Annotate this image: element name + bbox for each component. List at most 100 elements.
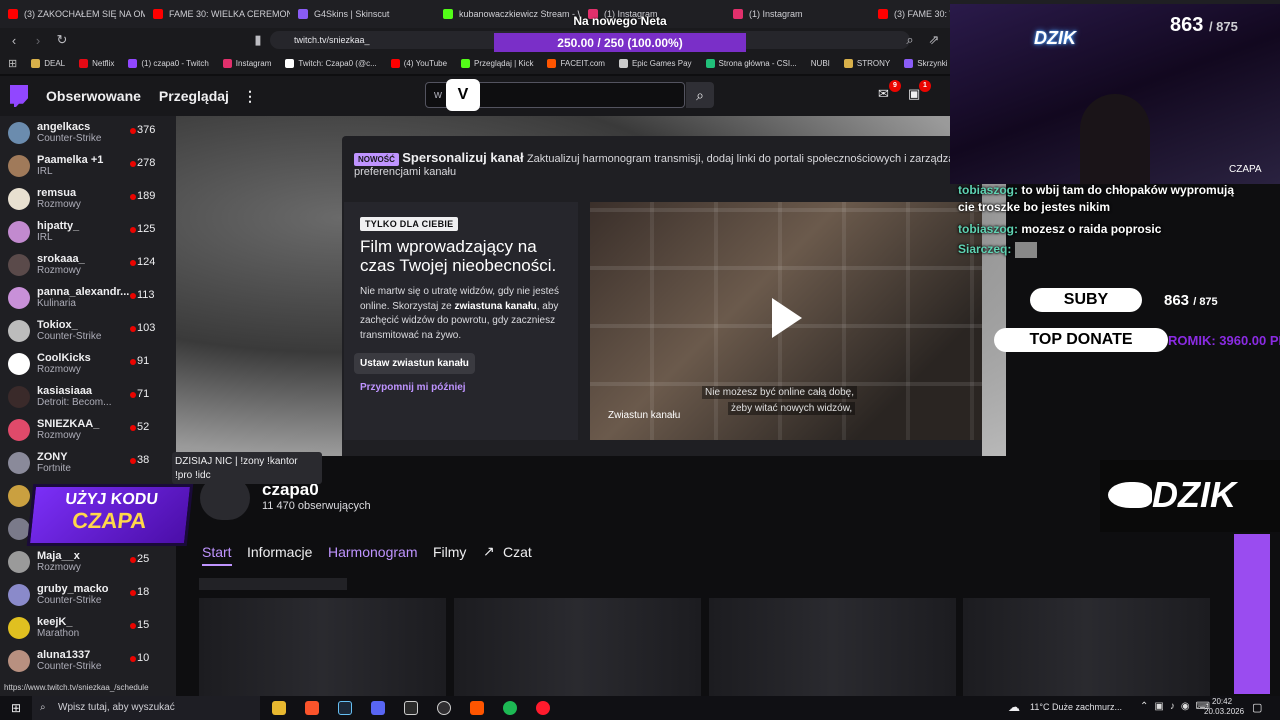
bookmark-item[interactable]: STRONY [843,58,890,68]
sidebar-channel-category: Rozmowy [37,430,81,441]
sidebar-channel[interactable]: SNIEZKAA_ Rozmowy 52 [0,413,176,446]
viewer-count: 278 [137,157,156,169]
bookmark-item[interactable]: Twitch: Czapa0 (@c... [285,58,377,68]
browser-tab[interactable]: (1) Instagram [725,0,870,28]
nav-following[interactable]: Obserwowane [46,88,141,104]
inbox-icon[interactable]: ▣ [908,86,920,102]
twitch-logo-icon[interactable] [10,85,28,107]
browser-tab[interactable]: (3) ZAKOCHAŁEM SIĘ NA OME [0,0,145,28]
zoom-icon[interactable]: ⌕ [900,30,920,50]
file-explorer-icon[interactable] [268,697,290,719]
video-subtitle-2: żeby witać nowych widzów, [728,402,856,415]
tab-czat[interactable]: Czat [503,544,532,560]
sidebar-channel-name: Paamelka +1 [37,154,104,166]
live-dot-icon [130,656,136,662]
sidebar-channel[interactable]: aluna1337 Counter-Strike 10 [0,644,176,677]
kick-icon [461,58,471,68]
search-button[interactable]: ⌕ [686,82,714,108]
sidebar-channel[interactable]: Maja__x Rozmowy 25 [0,545,176,578]
bookmark-item[interactable]: Przeglądaj | Kick [461,58,533,68]
sidebar-channel-text: Tokiox_ Counter-Strike [37,319,129,342]
browser-tab[interactable]: kubanowaczkiewicz Stream - W [435,0,580,28]
windows-taskbar: ⊞ ⌕ Wpisz tutaj, aby wyszukać ☁ 11°C Duże… [0,696,1280,720]
sidebar-channel[interactable]: gruby_macko Counter-Strike 18 [0,578,176,611]
csgo-icon [705,58,715,68]
browser-tab[interactable]: G4Skins | Skinscut [290,0,435,28]
set-trailer-button[interactable]: Ustaw zwiastun kanału [354,353,475,374]
brave-icon[interactable] [301,697,323,719]
share-icon[interactable]: ⇗ [924,30,944,50]
tab-start[interactable]: Start [202,544,232,566]
sidebar-channel-text: panna_alexandr... Kulinaria [37,286,129,309]
avatar [8,253,30,276]
inbox-count: 1 [919,80,931,92]
back-icon[interactable]: ‹ [4,30,24,50]
reload-icon[interactable]: ↻ [52,30,72,50]
tiktok-icon [285,58,295,68]
bookmark-item[interactable]: DEAL [31,58,65,68]
sidebar-channel[interactable]: hipatty_ IRL 125 [0,215,176,248]
taskbar-apps [268,697,554,719]
tab-harmonogram[interactable]: Harmonogram [328,544,417,560]
notification-center-icon[interactable]: ▢ [1252,701,1262,714]
bookmark-item[interactable]: Epic Games Pay [618,58,692,68]
bookmark-item[interactable]: (4) YouTube [390,58,447,68]
sidebar-channel[interactable]: ZONY Fortnite 38 [0,446,176,479]
live-dot-icon [130,326,136,332]
new-badge: NOWOŚĆ [354,153,399,166]
live-dot-icon [130,161,136,167]
remind-later-link[interactable]: Przypomnij mi później [360,382,562,393]
sidebar-channel[interactable]: Tokiox_ Counter-Strike 103 [0,314,176,347]
tab-informacje[interactable]: Informacje [247,544,312,560]
windows-start-icon[interactable]: ⊞ [0,701,32,715]
more-menu-icon[interactable]: ⋮ [243,88,257,105]
bookmark-item[interactable]: Netflix [79,58,114,68]
bookmark-item[interactable]: (1) czapa0 - Twitch [128,58,209,68]
sidebar-channel[interactable]: angelkacs Counter-Strike 376 [0,116,176,149]
avatar [8,385,30,408]
twitch-icon [128,58,138,68]
viewer-count: 10 [137,652,150,664]
sidebar-channel[interactable]: CoolKicks Rozmowy 91 [0,347,176,380]
weather-text[interactable]: 11°C Duże zachmurz... [1030,702,1122,712]
spotify-icon[interactable] [499,697,521,719]
sidebar-channel[interactable]: Paamelka +1 IRL 278 [0,149,176,182]
tab-filmy[interactable]: Filmy [433,544,466,560]
bookmark-item[interactable]: Instagram [222,58,271,68]
sidebar-channel-category: Rozmowy [37,364,81,375]
opera-icon[interactable] [532,697,554,719]
sidebar-channel[interactable]: keejK_ Marathon 15 [0,611,176,644]
bookmark-item[interactable]: Strona główna - CSI... [705,58,797,68]
obs-icon[interactable] [433,697,455,719]
notifications-icon[interactable]: ✉ [878,86,889,102]
browser-tab[interactable]: FAME 30: WIELKA CEREMONIA [145,0,290,28]
taskbar-search[interactable]: ⌕ Wpisz tutaj, aby wyszukać [32,696,260,720]
forward-icon[interactable]: › [28,30,48,50]
vendor-overlay-icon: V [446,79,480,111]
play-icon[interactable] [772,298,802,338]
clock-time[interactable]: 20:42 [1212,697,1232,706]
bookmark-item[interactable]: FACEIT.com [547,58,605,68]
clock-date[interactable]: 20.03.2026 [1204,707,1244,716]
steam-icon[interactable] [334,697,356,719]
skeleton-card [709,598,956,696]
avatar [8,484,30,507]
boar-icon [1108,482,1152,508]
bookmark-icon[interactable]: ▮ [248,30,268,50]
discord-icon[interactable] [367,697,389,719]
chat-message: Siarczeq: [958,242,1248,258]
apps-grid-icon[interactable]: ⊞ [8,57,17,70]
sidebar-channel[interactable]: panna_alexandr... Kulinaria 113 [0,281,176,314]
bookmark-item[interactable]: NUBI [811,59,830,68]
faceit-icon[interactable] [466,697,488,719]
nav-browse[interactable]: Przeglądaj [159,88,229,104]
live-dot-icon [130,425,136,431]
sidebar-channel[interactable]: kasiasiaaa Detroit: Becom... 71 [0,380,176,413]
epic-icon[interactable] [400,697,422,719]
trailer-video[interactable]: Nie możesz być online całą dobę, żeby wi… [590,202,982,440]
sidebar-channel-name: gruby_macko [37,583,109,595]
video-caption: Zwiastun kanału [608,410,681,421]
avatar [8,649,30,672]
sidebar-channel[interactable]: remsua Rozmowy 189 [0,182,176,215]
sidebar-channel[interactable]: srokaaa_ Rozmowy 124 [0,248,176,281]
